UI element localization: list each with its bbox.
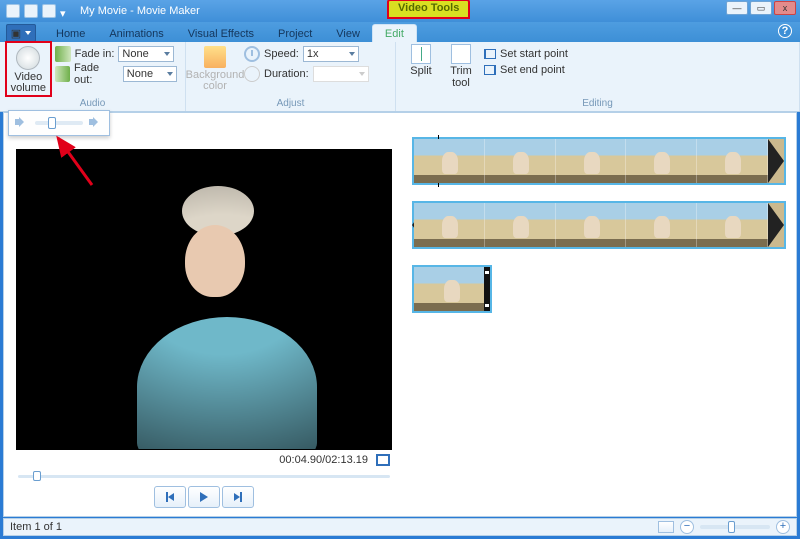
background-color-icon <box>204 46 226 68</box>
end-point-icon <box>484 65 496 75</box>
qat-redo-icon[interactable] <box>42 4 56 18</box>
duration-icon <box>244 66 260 82</box>
speaker-icon[interactable] <box>89 117 103 129</box>
window-title: My Movie - Movie Maker <box>80 5 200 17</box>
tab-home[interactable]: Home <box>44 25 97 42</box>
zoom-out-button[interactable]: − <box>680 520 694 534</box>
clip-end-cut-icon <box>768 203 784 247</box>
chevron-down-icon <box>164 52 170 56</box>
tab-visual-effects[interactable]: Visual Effects <box>176 25 266 42</box>
clip-end-cut-icon <box>768 139 784 183</box>
qat-save-icon[interactable] <box>6 4 20 18</box>
status-item-count: Item 1 of 1 <box>10 521 62 533</box>
tab-edit[interactable]: Edit <box>372 24 417 42</box>
speed-icon <box>244 46 260 62</box>
chevron-down-icon <box>349 52 355 56</box>
timeline-clip-1[interactable] <box>412 137 786 185</box>
mute-icon[interactable] <box>15 117 29 129</box>
split-button[interactable]: Split <box>404 44 438 77</box>
volume-slider-thumb[interactable] <box>48 117 56 129</box>
help-icon[interactable]: ? <box>778 24 792 38</box>
zoom-in-button[interactable]: + <box>776 520 790 534</box>
preview-video-frame[interactable] <box>16 149 392 450</box>
fade-in-icon <box>55 46 71 62</box>
next-frame-button[interactable] <box>222 486 254 508</box>
zoom-slider-thumb[interactable] <box>728 521 735 533</box>
qat-dropdown-icon[interactable]: ▾ <box>60 7 68 15</box>
play-button[interactable] <box>188 486 220 508</box>
qat-undo-icon[interactable] <box>24 4 38 18</box>
background-color-button: Background color <box>194 44 236 92</box>
close-button[interactable]: x <box>774 1 796 15</box>
group-label-editing: Editing <box>404 98 791 111</box>
fade-in-label: Fade in: <box>75 48 115 60</box>
chevron-down-icon <box>25 31 31 35</box>
speed-label: Speed: <box>264 48 299 60</box>
tab-project[interactable]: Project <box>266 25 324 42</box>
minimize-button[interactable]: — <box>726 1 748 15</box>
maximize-button[interactable]: ▭ <box>750 1 772 15</box>
seek-thumb[interactable] <box>33 471 41 481</box>
split-icon <box>411 44 431 64</box>
quick-access-toolbar: ▾ <box>0 4 74 18</box>
set-end-point-button[interactable]: Set end point <box>484 64 568 76</box>
timeline-pane[interactable] <box>404 113 796 516</box>
fade-out-combo[interactable]: None <box>123 66 177 82</box>
fade-out-label: Fade out: <box>74 62 119 86</box>
file-menu-button[interactable]: ▣ <box>6 24 36 42</box>
speed-combo[interactable]: 1x <box>303 46 359 62</box>
duration-label: Duration: <box>264 68 309 80</box>
set-start-point-button[interactable]: Set start point <box>484 48 568 60</box>
timeline-clip-2[interactable] <box>412 201 786 249</box>
seek-slider[interactable] <box>18 470 390 482</box>
video-volume-button[interactable]: Video volume <box>8 44 49 94</box>
ribbon-tabstrip: ▣ Home Animations Visual Effects Project… <box>0 22 800 42</box>
duration-combo <box>313 66 369 82</box>
context-tab-video-tools[interactable]: Video Tools <box>388 0 469 18</box>
fade-in-combo[interactable]: None <box>118 46 174 62</box>
view-mode-icon[interactable] <box>658 521 674 533</box>
tab-view[interactable]: View <box>324 25 372 42</box>
title-bar: ▾ My Movie - Movie Maker Video Tools — ▭… <box>0 0 800 22</box>
status-bar: Item 1 of 1 − + <box>3 518 797 536</box>
tab-animations[interactable]: Animations <box>97 25 175 42</box>
prev-frame-button[interactable] <box>154 486 186 508</box>
fade-out-icon <box>55 66 70 82</box>
work-area: 00:04.90/02:13.19 <box>3 112 797 517</box>
fullscreen-icon[interactable] <box>376 454 390 466</box>
trim-tool-button[interactable]: Trim tool <box>444 44 478 89</box>
zoom-slider[interactable] <box>700 525 770 529</box>
speaker-volume-icon <box>16 46 40 70</box>
chevron-down-icon <box>359 72 365 76</box>
preview-time: 00:04.90/02:13.19 <box>279 454 368 466</box>
group-label-adjust: Adjust <box>194 98 387 111</box>
timeline-clip-3[interactable] <box>412 265 492 313</box>
volume-slider[interactable] <box>35 121 83 125</box>
trim-icon <box>451 44 471 64</box>
start-point-icon <box>484 49 496 59</box>
chevron-down-icon <box>167 72 173 76</box>
ribbon: Video volume Fade in: None Fade out: Non… <box>0 42 800 112</box>
annotation-arrow <box>42 130 112 190</box>
file-icon: ▣ <box>11 27 21 40</box>
